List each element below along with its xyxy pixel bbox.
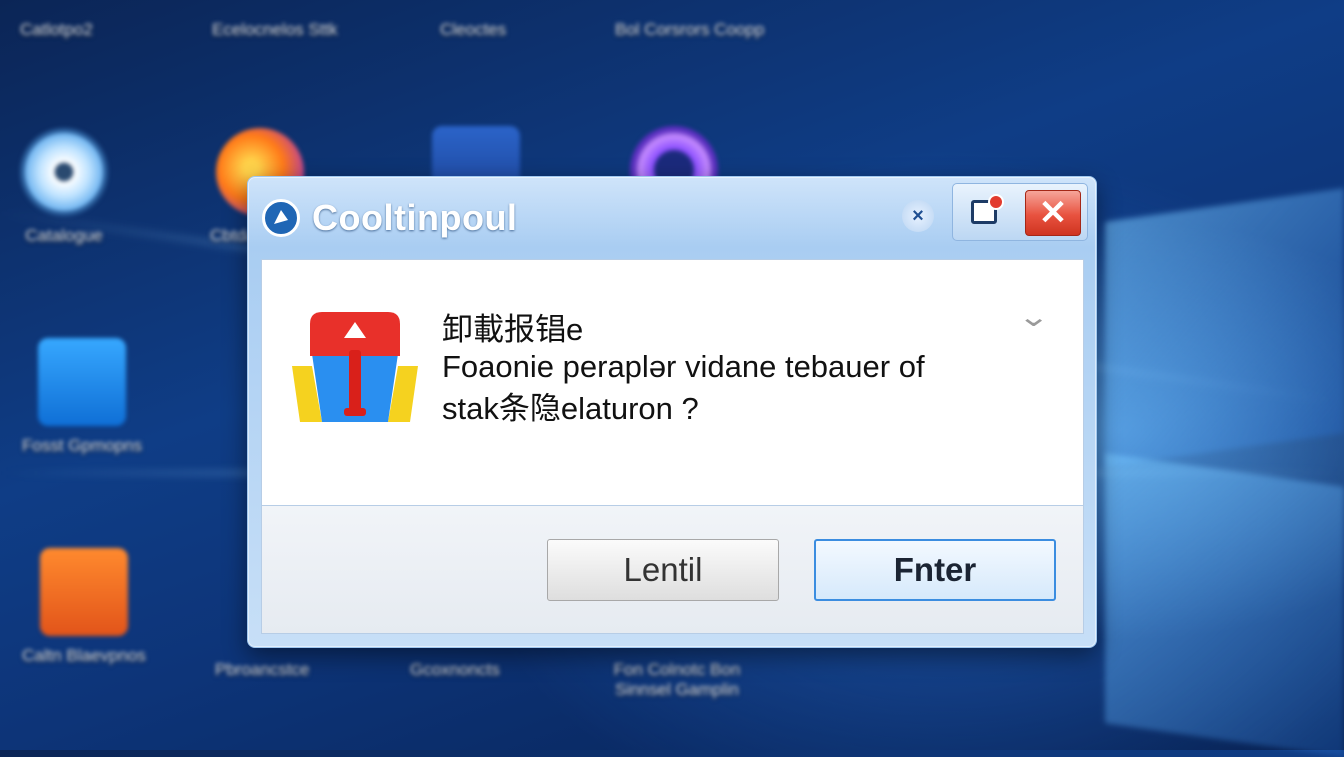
desktop-shortcut-label: Caltn Blaevpnos (22, 646, 146, 665)
windows-logo-pane (1105, 453, 1344, 757)
dialog-title: Cooltinpoul (312, 197, 518, 238)
desktop-icon-label-top[interactable]: Bol Corsrors Coopp (615, 10, 764, 40)
dismiss-x-icon[interactable]: × (902, 200, 934, 232)
desktop-shortcut[interactable]: Caltn Blaevpnos (22, 548, 146, 666)
restore-button[interactable] (959, 190, 1009, 234)
dialog-footer: Lentil Fnter (261, 506, 1084, 634)
close-button[interactable]: ✕ (1025, 190, 1081, 236)
desktop-icon-label-top[interactable]: Ecelocnelos Sttk (212, 10, 338, 40)
dialog-titlebar[interactable]: Cooltinpoul × ✕ (248, 177, 1096, 259)
message-heading: 卸載报锠e (442, 312, 584, 347)
desktop-shortcut-label: Fosst Gpmopns (22, 436, 142, 455)
desktop-icon-label-bottom[interactable]: Fon Colnotc Bon Sinnsel Gamplin (612, 650, 742, 700)
message-body: Foaonie peraplər vidane tebauer of stak条… (442, 346, 1062, 430)
office-icon (39, 548, 128, 636)
desktop-shortcut[interactable]: Catalogue (20, 128, 108, 246)
desktop-shortcut[interactable]: Fosst Gpmopns (22, 338, 142, 456)
restore-icon (971, 194, 1004, 224)
desktop-shortcut-label: Catalogue (25, 226, 103, 245)
uninstall-warning-icon (292, 312, 418, 422)
desktop-icon-label-bottom[interactable]: Pbroancstce (215, 650, 310, 680)
cd-icon (20, 128, 108, 216)
message-line: Foaonie peraplər vidane tebauer of (442, 349, 925, 384)
confirm-button[interactable]: Fnter (814, 539, 1056, 601)
windows-logo-pane (1105, 188, 1344, 467)
cancel-button[interactable]: Lentil (547, 539, 779, 601)
dialog-content: 卸載报锠e Foaonie peraplər vidane tebauer of… (261, 259, 1084, 506)
message-line: stak条隐elaturon ? (442, 391, 699, 426)
chevron-down-icon[interactable]: ⌄ (1017, 300, 1050, 333)
close-icon: ✕ (1038, 194, 1068, 232)
desktop-icon-label-top[interactable]: Catlotpo2 (20, 10, 93, 40)
uninstall-dialog: Cooltinpoul × ✕ 卸載报锠e Foaonie peraplər v… (247, 176, 1097, 648)
desktop-icon-label-top[interactable]: Cleoctes (440, 10, 506, 40)
desktop-icon-label-bottom[interactable]: Gcoxnoncts (410, 650, 500, 680)
caption-buttons: ✕ (952, 183, 1088, 241)
globe-icon (38, 338, 126, 426)
app-logo-icon (262, 199, 300, 237)
